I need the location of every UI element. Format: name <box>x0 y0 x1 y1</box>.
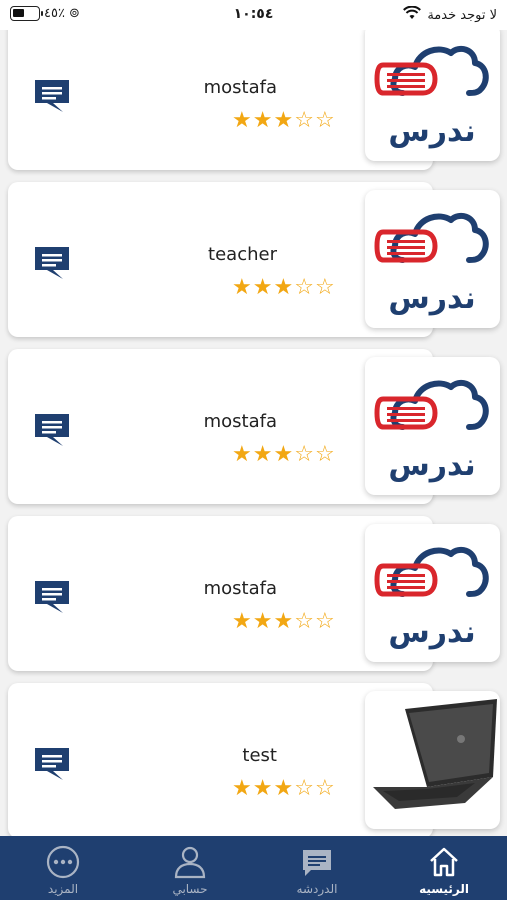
chat-bubble-icon <box>35 581 69 613</box>
teacher-card-row[interactable]: mostafa ★★★☆☆ ندرس <box>0 516 507 676</box>
star-filled-icon: ★ <box>252 776 274 801</box>
chat-button[interactable] <box>33 579 73 615</box>
teacher-card-row[interactable]: mostafa ★★★☆☆ ندرس <box>0 30 507 175</box>
nadrus-logo: ندرس <box>374 379 489 483</box>
teacher-thumbnail[interactable]: ندرس <box>365 30 500 161</box>
home-icon <box>430 847 458 877</box>
chat-bubble-icon <box>35 247 69 279</box>
star-filled-icon: ★ <box>273 108 295 133</box>
star-empty-icon: ☆ <box>294 776 315 801</box>
teacher-card-row[interactable]: mostafa ★★★☆☆ ندرس <box>0 349 507 509</box>
status-right: لا توجد خدمة <box>403 5 497 24</box>
nav-more-label: المزيد <box>47 882 79 896</box>
star-empty-icon: ☆ <box>294 275 315 300</box>
logo-wordmark: ندرس <box>388 114 475 149</box>
teacher-name: teacher <box>208 244 277 265</box>
teacher-name: mostafa <box>203 77 277 98</box>
star-filled-icon: ★ <box>232 442 253 467</box>
nav-chat[interactable]: الدردشه <box>254 836 380 900</box>
teacher-thumbnail[interactable] <box>365 691 500 829</box>
teacher-thumbnail[interactable]: ندرس <box>365 524 500 662</box>
star-filled-icon: ★ <box>232 776 253 801</box>
teacher-card-row[interactable]: teacher ★★★☆☆ ندرس <box>0 182 507 342</box>
nadrus-logo: ندرس <box>374 45 489 149</box>
chat-button[interactable] <box>33 746 73 782</box>
logo-wordmark: ندرس <box>388 448 475 483</box>
status-bar: ٤٥٪ ⊚ ١٠:٥٤ لا توجد خدمة <box>0 0 507 30</box>
carrier-text: لا توجد خدمة <box>427 7 497 23</box>
rating-stars: ★★★☆☆ <box>232 110 336 132</box>
laptop-image <box>373 699 497 809</box>
chat-bubble-icon <box>35 414 69 446</box>
star-empty-icon: ☆ <box>294 442 315 467</box>
more-icon <box>46 845 80 879</box>
teacher-name: test <box>242 745 277 766</box>
star-empty-icon: ☆ <box>314 609 336 634</box>
star-filled-icon: ★ <box>232 108 253 133</box>
star-filled-icon: ★ <box>252 442 274 467</box>
teacher-thumbnail[interactable]: ندرس <box>365 190 500 328</box>
nav-profile[interactable]: حسابي <box>127 836 253 900</box>
chat-button[interactable] <box>33 412 73 448</box>
bottom-navigation: الرئيسيه الدردشه حسابي المزيد <box>0 836 507 900</box>
profile-icon <box>174 846 206 879</box>
nadrus-logo: ندرس <box>374 212 489 316</box>
chat-bubble-icon <box>35 748 69 780</box>
teacher-list[interactable]: mostafa ★★★☆☆ ندرس teacher ★★★☆☆ ندرس most… <box>0 30 507 836</box>
star-filled-icon: ★ <box>252 275 274 300</box>
star-filled-icon: ★ <box>232 275 253 300</box>
nav-chat-label: الدردشه <box>296 882 338 896</box>
nav-more[interactable]: المزيد <box>0 836 126 900</box>
logo-wordmark: ندرس <box>388 615 475 650</box>
star-empty-icon: ☆ <box>314 442 336 467</box>
star-empty-icon: ☆ <box>314 108 336 133</box>
star-empty-icon: ☆ <box>314 275 336 300</box>
nav-home[interactable]: الرئيسيه <box>381 836 507 900</box>
star-empty-icon: ☆ <box>294 609 315 634</box>
chat-button[interactable] <box>33 78 73 114</box>
teacher-thumbnail[interactable]: ندرس <box>365 357 500 495</box>
star-empty-icon: ☆ <box>294 108 315 133</box>
rating-stars: ★★★☆☆ <box>232 611 336 633</box>
star-empty-icon: ☆ <box>314 776 336 801</box>
star-filled-icon: ★ <box>232 609 253 634</box>
rating-stars: ★★★☆☆ <box>232 277 336 299</box>
logo-wordmark: ندرس <box>388 281 475 316</box>
nadrus-logo: ندرس <box>374 546 489 650</box>
nav-home-label: الرئيسيه <box>419 882 469 896</box>
chat-icon <box>303 850 331 876</box>
rating-stars: ★★★☆☆ <box>232 778 336 800</box>
star-filled-icon: ★ <box>273 442 295 467</box>
teacher-name: mostafa <box>203 411 277 432</box>
star-filled-icon: ★ <box>273 776 295 801</box>
rating-stars: ★★★☆☆ <box>232 444 336 466</box>
teacher-card-row[interactable]: test ★★★☆☆ <box>0 683 507 836</box>
star-filled-icon: ★ <box>252 609 274 634</box>
nav-profile-label: حسابي <box>172 882 208 896</box>
star-filled-icon: ★ <box>252 108 274 133</box>
star-filled-icon: ★ <box>273 275 295 300</box>
chat-button[interactable] <box>33 245 73 281</box>
teacher-name: mostafa <box>203 578 277 599</box>
chat-bubble-icon <box>35 80 69 112</box>
star-filled-icon: ★ <box>273 609 295 634</box>
wifi-icon <box>403 5 422 24</box>
